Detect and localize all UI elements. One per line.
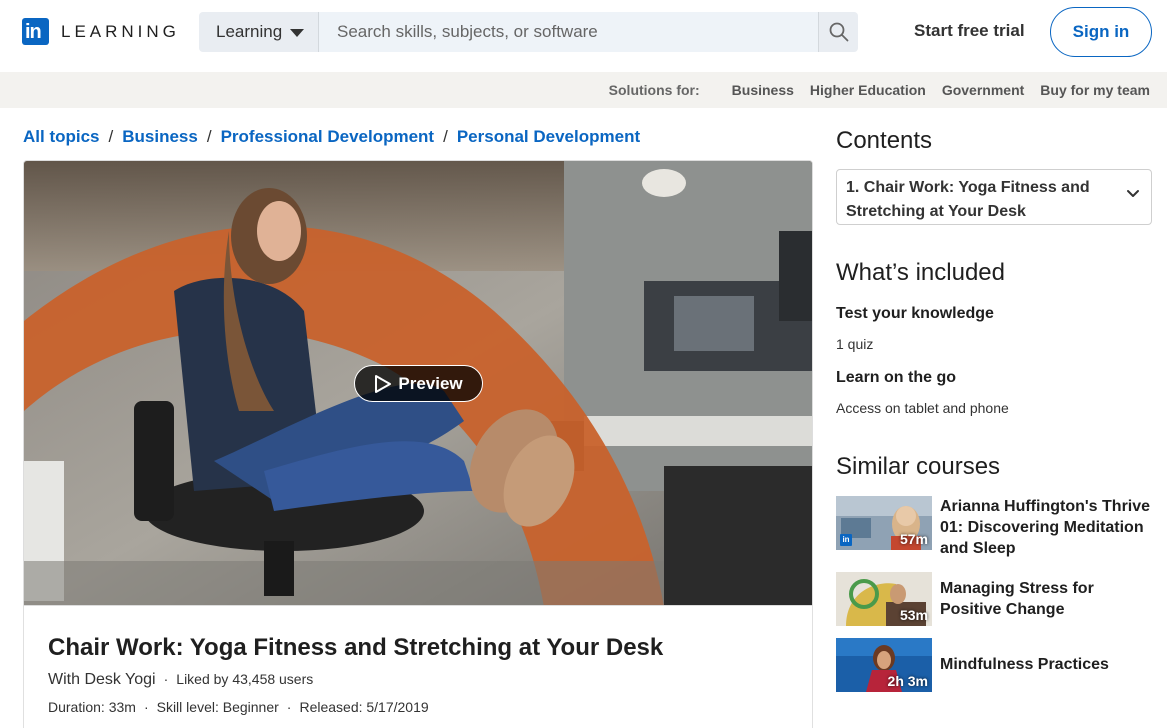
course-thumbnail: 2h 3m xyxy=(836,638,932,692)
course-details: Duration: 33m · Skill level: Beginner · … xyxy=(48,699,429,715)
solutions-item-higher-education[interactable]: Higher Education xyxy=(810,82,926,98)
course-title: Chair Work: Yoga Fitness and Stretching … xyxy=(48,634,664,661)
breadcrumb-separator: / xyxy=(108,127,114,146)
included-item-title: Learn on the go xyxy=(836,369,956,386)
sign-in-button[interactable]: Sign in xyxy=(1050,7,1152,57)
course-info-card: Chair Work: Yoga Fitness and Stretching … xyxy=(23,605,813,728)
course-duration-badge: 2h 3m xyxy=(887,673,928,689)
breadcrumb-professional-development[interactable]: Professional Development xyxy=(221,127,435,147)
course-release-date: Released: 5/17/2019 xyxy=(299,699,429,715)
breadcrumb-separator: / xyxy=(443,127,448,146)
included-item-sub: Access on tablet and phone xyxy=(836,400,1009,416)
solutions-item-government[interactable]: Government xyxy=(942,82,1024,98)
similar-course-title: Managing Stress for Positive Change xyxy=(940,580,1094,618)
start-free-trial-link[interactable]: Start free trial xyxy=(914,21,1025,41)
included-item-title: Test your knowledge xyxy=(836,305,994,322)
logo-wordmark: LEARNING xyxy=(61,21,180,41)
search-icon xyxy=(829,22,848,42)
course-thumbnail: 53m xyxy=(836,572,932,626)
solutions-item-business[interactable]: Business xyxy=(732,82,794,98)
course-likes: Liked by 43,458 users xyxy=(176,671,314,687)
course-author[interactable]: With Desk Yogi xyxy=(48,671,156,689)
play-icon xyxy=(375,374,392,393)
linkedin-learning-logo[interactable]: in LEARNING xyxy=(22,18,180,45)
search-bar: Learning xyxy=(199,12,858,52)
solutions-bar: Solutions for: Business Higher Education… xyxy=(0,72,1167,108)
similar-courses-heading: Similar courses xyxy=(836,453,1001,480)
search-button[interactable] xyxy=(818,12,858,52)
linkedin-badge-icon: in xyxy=(840,534,852,546)
search-scope-label: Learning xyxy=(216,22,283,41)
site-header: in LEARNING Learning Start free trial Si… xyxy=(0,0,1167,72)
chapter-title: 1. Chair Work: Yoga Fitness and Stretchi… xyxy=(846,179,1090,220)
whats-included-heading: What’s included xyxy=(836,259,1005,286)
breadcrumb-personal-development[interactable]: Personal Development xyxy=(457,127,640,147)
similar-course-item[interactable]: in 57m Arianna Huffington's Thrive 01: D… xyxy=(836,496,1152,566)
breadcrumb: All topics / Business / Professional Dev… xyxy=(23,127,640,147)
course-skill-level: Skill level: Beginner xyxy=(156,699,279,715)
similar-course-item[interactable]: 2h 3m Mindfulness Practices xyxy=(836,638,1152,692)
breadcrumb-business[interactable]: Business xyxy=(122,127,198,147)
contents-heading: Contents xyxy=(836,127,933,154)
breadcrumb-all-topics[interactable]: All topics xyxy=(23,127,100,147)
course-duration: Duration: 33m xyxy=(48,699,136,715)
similar-course-title: Arianna Huffington's Thrive 01: Discover… xyxy=(940,498,1151,557)
course-preview-video[interactable]: Preview xyxy=(23,160,813,606)
course-thumbnail: in 57m xyxy=(836,496,932,550)
linkedin-logo-icon: in xyxy=(22,18,49,45)
breadcrumb-separator: / xyxy=(206,127,212,146)
similar-course-title: Mindfulness Practices xyxy=(940,656,1109,673)
search-scope-dropdown[interactable]: Learning xyxy=(199,12,319,52)
search-input[interactable] xyxy=(319,12,818,52)
chevron-down-icon xyxy=(1127,190,1139,197)
course-meta: With Desk Yogi · Liked by 43,458 users xyxy=(48,671,314,689)
caret-down-icon xyxy=(290,29,305,37)
course-duration-badge: 57m xyxy=(899,531,928,547)
preview-button[interactable]: Preview xyxy=(354,365,483,402)
included-item-sub: 1 quiz xyxy=(836,336,874,352)
solutions-item-buy-for-team[interactable]: Buy for my team xyxy=(1040,82,1150,98)
solutions-label: Solutions for: xyxy=(608,82,700,98)
preview-label: Preview xyxy=(398,373,463,393)
chapter-accordion[interactable]: 1. Chair Work: Yoga Fitness and Stretchi… xyxy=(836,169,1152,225)
course-duration-badge: 53m xyxy=(899,607,928,623)
similar-course-item[interactable]: 53m Managing Stress for Positive Change xyxy=(836,572,1152,626)
